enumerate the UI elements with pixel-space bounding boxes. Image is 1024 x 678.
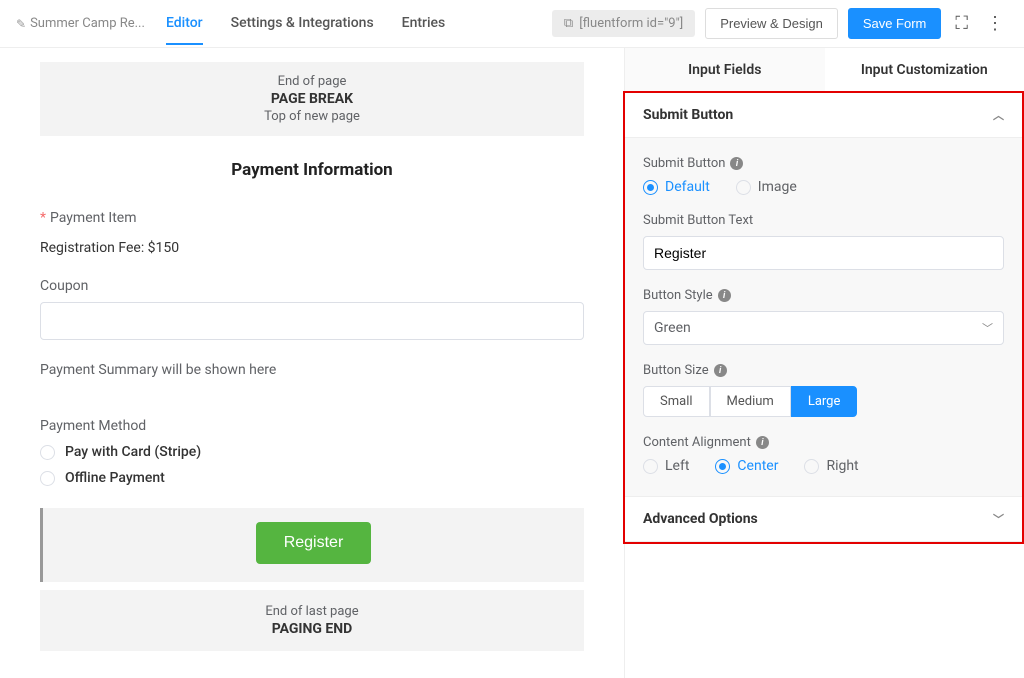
payment-method-stripe-label: Pay with Card (Stripe) <box>65 444 201 460</box>
main-tabs: Editor Settings & Integrations Entries <box>166 3 445 45</box>
form-canvas: End of page PAGE BREAK Top of new page P… <box>0 48 624 678</box>
page-break-top: End of page <box>40 74 584 89</box>
breadcrumb[interactable]: ✎ Summer Camp Re... <box>16 16 146 31</box>
tab-input-customization[interactable]: Input Customization <box>825 48 1024 92</box>
coupon-input[interactable] <box>40 302 584 340</box>
align-left-label: Left <box>665 458 689 474</box>
radio-icon <box>40 445 55 460</box>
tab-editor[interactable]: Editor <box>166 3 203 45</box>
button-style-label: Button Style <box>643 288 713 303</box>
payment-item-value: Registration Fee: $150 <box>40 240 584 256</box>
info-icon[interactable]: i <box>756 436 769 449</box>
more-icon[interactable]: ⋮ <box>982 9 1008 38</box>
align-center-label: Center <box>737 458 778 474</box>
breadcrumb-text: Summer Camp Re... <box>30 16 145 31</box>
align-right-label: Right <box>826 458 858 474</box>
button-style-select[interactable]: Green ﹀ <box>643 311 1004 345</box>
info-icon[interactable]: i <box>718 289 731 302</box>
advanced-options-accordion[interactable]: Advanced Options ﹀ <box>625 497 1022 542</box>
info-icon[interactable]: i <box>730 157 743 170</box>
submit-type-default-label: Default <box>665 179 710 195</box>
tab-settings[interactable]: Settings & Integrations <box>231 3 374 45</box>
coupon-label: Coupon <box>40 278 584 294</box>
radio-icon <box>40 471 55 486</box>
align-center[interactable]: Center <box>715 458 778 474</box>
chevron-up-icon: ︿ <box>993 107 1004 123</box>
pencil-icon: ✎ <box>16 17 26 31</box>
info-icon[interactable]: i <box>714 364 727 377</box>
button-size-label: Button Size <box>643 363 709 378</box>
sidebar-tabs: Input Fields Input Customization <box>625 48 1024 93</box>
button-size-group: Small Medium Large <box>643 386 1004 417</box>
submit-type-default[interactable]: Default <box>643 179 710 195</box>
payment-item-field[interactable]: * Payment Item Registration Fee: $150 <box>40 210 584 256</box>
submit-button-panel: Submit Button i Default Image Submit But… <box>625 138 1022 497</box>
payment-method-stripe[interactable]: Pay with Card (Stripe) <box>40 444 584 460</box>
advanced-options-title: Advanced Options <box>643 511 758 527</box>
fullscreen-icon[interactable]: ⛶ <box>951 9 972 38</box>
top-bar: ✎ Summer Camp Re... Editor Settings & In… <box>0 0 1024 48</box>
submit-button-preview[interactable]: Register <box>256 522 372 564</box>
page-break-bot: Top of new page <box>40 109 584 124</box>
paging-end-block[interactable]: End of last page PAGING END <box>40 590 584 651</box>
align-left[interactable]: Left <box>643 458 689 474</box>
submit-text-label: Submit Button Text <box>643 213 1004 228</box>
section-title: Payment Information <box>40 160 584 180</box>
size-small[interactable]: Small <box>643 386 710 417</box>
tab-input-fields[interactable]: Input Fields <box>625 48 825 92</box>
chevron-down-icon: ﹀ <box>993 511 1004 527</box>
submit-type-label: Submit Button <box>643 156 725 171</box>
alignment-label: Content Alignment <box>643 435 751 450</box>
highlighted-panel: Submit Button ︿ Submit Button i Default … <box>623 91 1024 544</box>
payment-summary[interactable]: Payment Summary will be shown here <box>40 362 584 378</box>
page-break-block[interactable]: End of page PAGE BREAK Top of new page <box>40 62 584 136</box>
payment-method-field[interactable]: Payment Method Pay with Card (Stripe) Of… <box>40 418 584 486</box>
payment-method-offline-label: Offline Payment <box>65 470 165 486</box>
copy-icon: ⧉ <box>564 16 573 31</box>
shortcode-text: [fluentform id="9"] <box>579 16 683 31</box>
size-medium[interactable]: Medium <box>710 386 791 417</box>
payment-item-label: Payment Item <box>50 210 136 226</box>
coupon-field[interactable]: Coupon <box>40 278 584 340</box>
paging-end-mid: PAGING END <box>40 621 584 637</box>
button-style-value: Green <box>654 320 691 336</box>
submit-button-accordion[interactable]: Submit Button ︿ <box>625 93 1022 138</box>
align-right[interactable]: Right <box>804 458 858 474</box>
submit-text-input[interactable] <box>643 236 1004 270</box>
page-break-mid: PAGE BREAK <box>40 91 584 107</box>
submit-button-title: Submit Button <box>643 107 733 123</box>
size-large[interactable]: Large <box>791 386 858 417</box>
shortcode-box[interactable]: ⧉ [fluentform id="9"] <box>552 10 695 37</box>
required-star: * <box>40 210 46 226</box>
payment-method-label: Payment Method <box>40 418 584 434</box>
chevron-down-icon: ﹀ <box>982 320 993 336</box>
sidebar: Input Fields Input Customization Submit … <box>624 48 1024 678</box>
submit-section[interactable]: Register <box>40 508 584 582</box>
preview-button[interactable]: Preview & Design <box>705 8 838 39</box>
submit-type-image[interactable]: Image <box>736 179 797 195</box>
tab-entries[interactable]: Entries <box>402 3 446 45</box>
main-layout: End of page PAGE BREAK Top of new page P… <box>0 48 1024 678</box>
submit-type-image-label: Image <box>758 179 797 195</box>
payment-method-offline[interactable]: Offline Payment <box>40 470 584 486</box>
save-button[interactable]: Save Form <box>848 8 942 39</box>
paging-end-top: End of last page <box>40 604 584 619</box>
topbar-actions: ⧉ [fluentform id="9"] Preview & Design S… <box>552 8 1008 39</box>
